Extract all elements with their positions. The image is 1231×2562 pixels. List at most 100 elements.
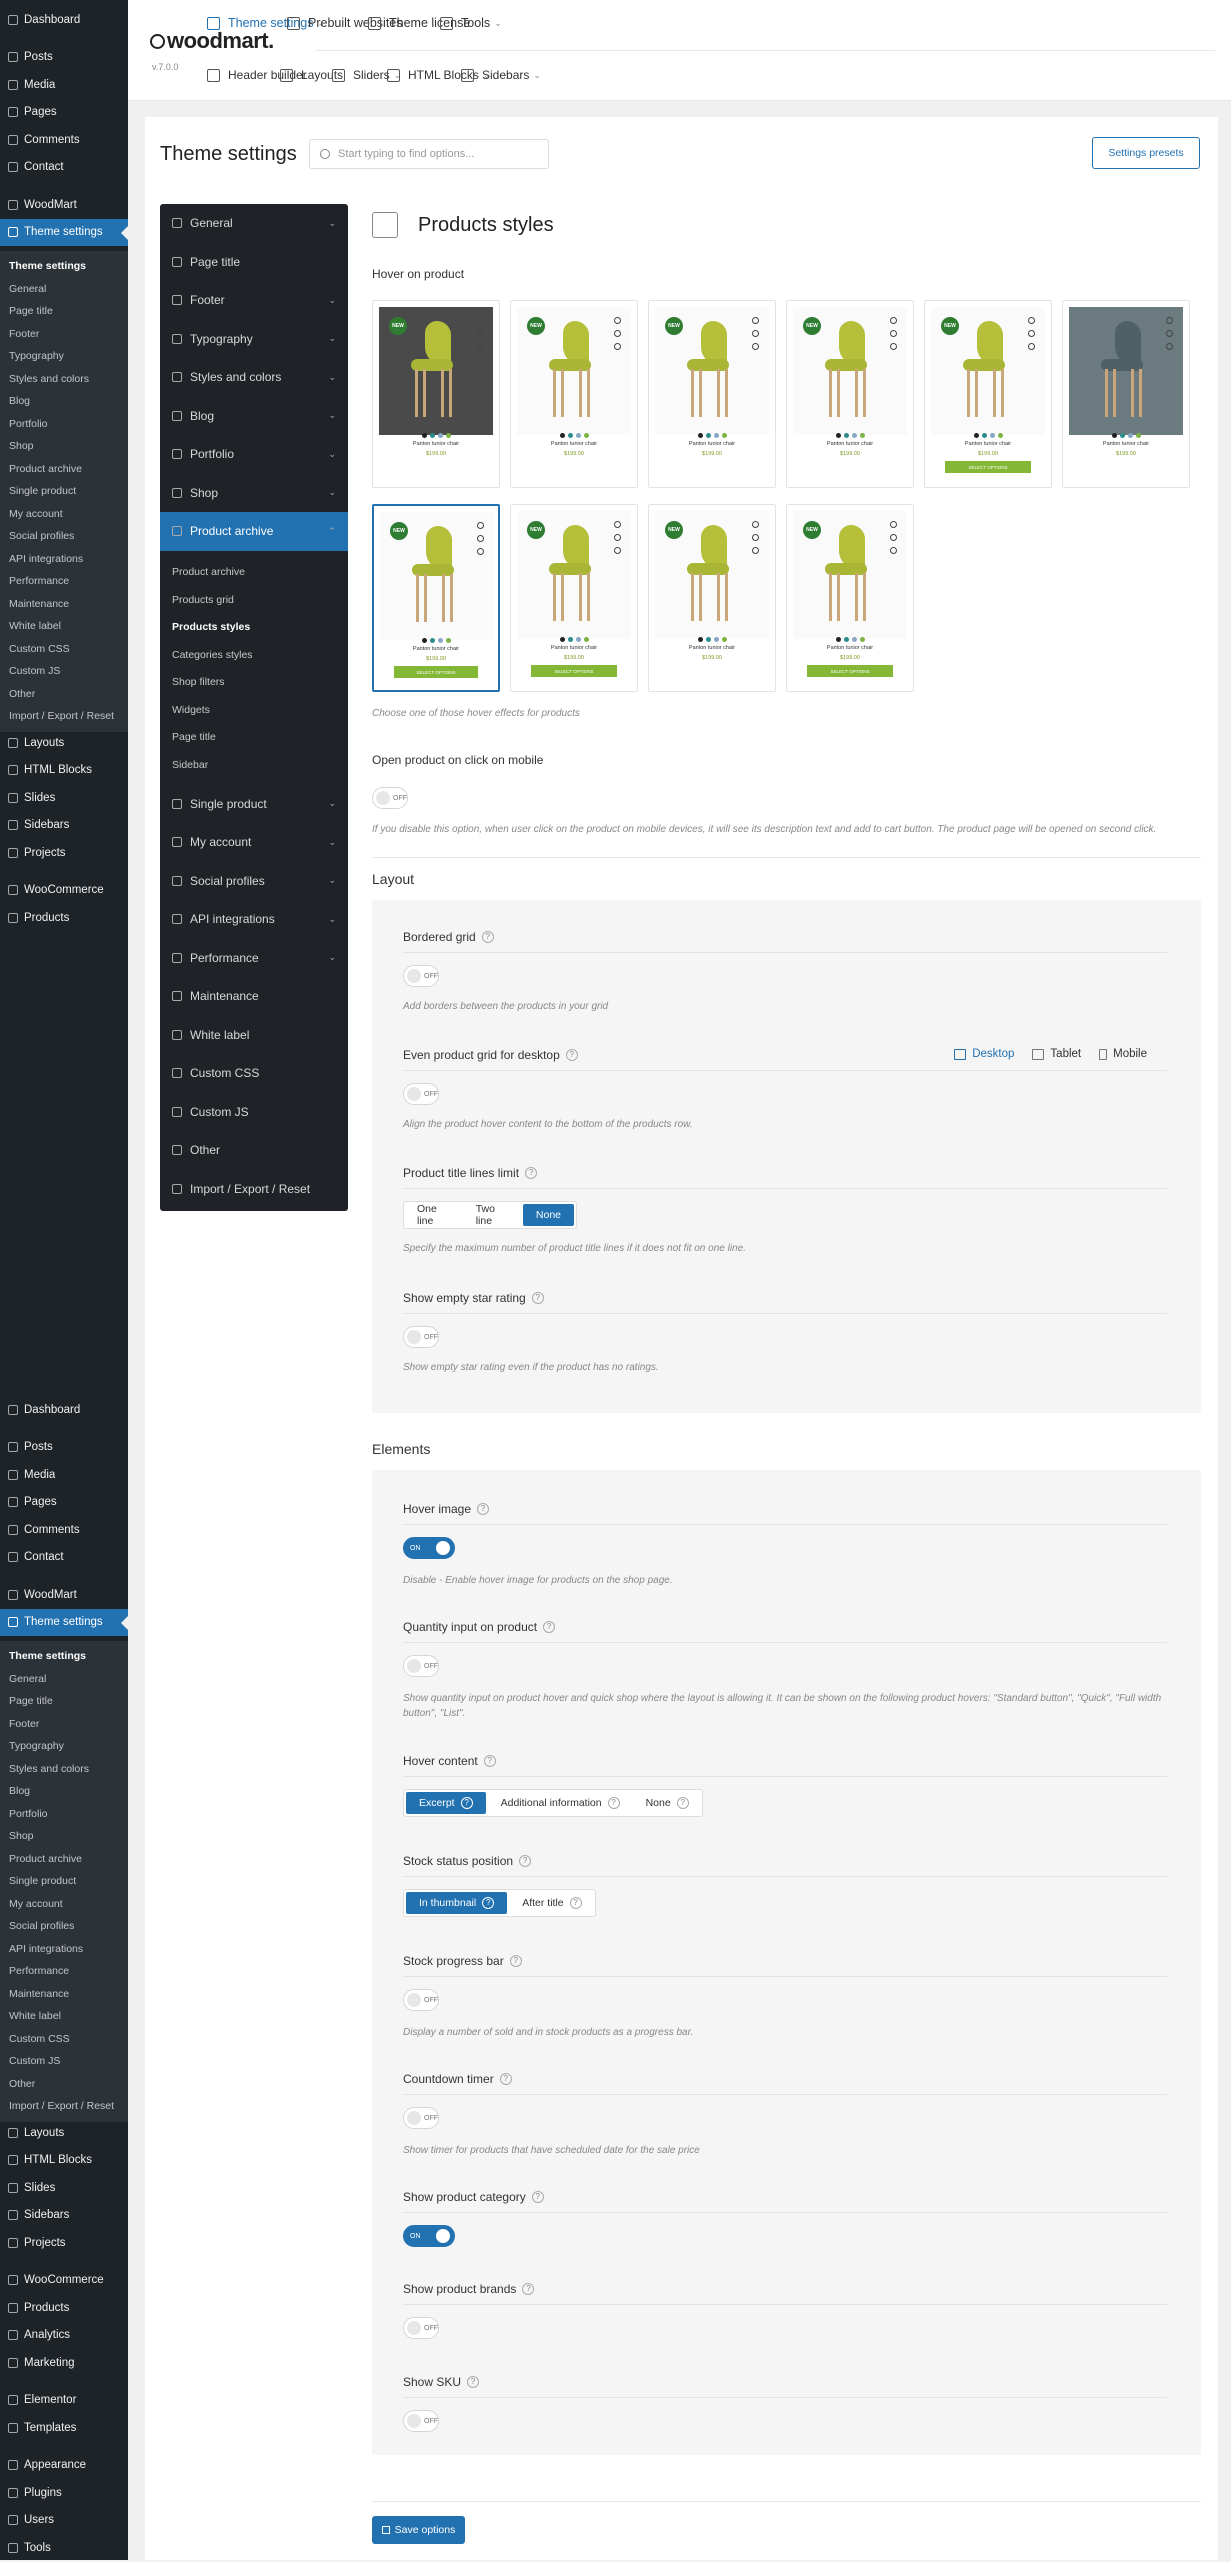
- wp-submenu-item[interactable]: Footer: [0, 323, 128, 346]
- wp-submenu-item[interactable]: White label: [0, 2005, 128, 2028]
- help-icon[interactable]: ?: [499, 2073, 512, 2085]
- wp-menu-theme-settings[interactable]: Theme settings: [0, 218, 128, 246]
- hover-effect-card[interactable]: Panton tunior chair $199.00: [1062, 300, 1190, 488]
- settings-subnav-item[interactable]: Shop filters: [160, 669, 348, 697]
- settings-nav-custom-js[interactable]: Custom JS: [160, 1093, 348, 1132]
- device-tablet[interactable]: Tablet: [1032, 1048, 1081, 1060]
- settings-nav-api-integrations[interactable]: API integrations ⌄: [160, 900, 348, 939]
- settings-nav-typography[interactable]: Typography ⌄: [160, 320, 348, 359]
- wp-submenu-item[interactable]: Performance: [0, 570, 128, 593]
- settings-nav-import-export-reset[interactable]: Import / Export / Reset: [160, 1170, 348, 1209]
- bordered-grid-toggle[interactable]: OFF: [403, 965, 439, 987]
- wp-submenu-item[interactable]: Maintenance: [0, 1983, 128, 2006]
- help-icon[interactable]: ?: [522, 2283, 535, 2295]
- settings-nav-product-archive[interactable]: Product archive ⌃: [160, 512, 348, 551]
- wp-submenu-item[interactable]: Single product: [0, 480, 128, 503]
- wp-submenu-item[interactable]: General: [0, 1668, 128, 1691]
- sku-toggle[interactable]: OFF: [403, 2410, 439, 2432]
- hover-image-toggle[interactable]: ON: [403, 1537, 455, 1559]
- wp-submenu-item[interactable]: Styles and colors: [0, 1758, 128, 1781]
- settings-nav-custom-css[interactable]: Custom CSS: [160, 1054, 348, 1093]
- wp-menu-analytics[interactable]: Analytics: [0, 2322, 128, 2350]
- wp-menu-templates[interactable]: Templates: [0, 2414, 128, 2442]
- wp-menu-comments[interactable]: Comments: [0, 126, 128, 154]
- wp-submenu-item[interactable]: Footer: [0, 1713, 128, 1736]
- wp-menu-slides[interactable]: Slides: [0, 784, 128, 812]
- search-input[interactable]: Start typing to find options...: [309, 139, 549, 169]
- hover-effect-card[interactable]: NEW Panton tunior chair $199.00 SELECT OPTI…: [372, 504, 500, 692]
- wp-submenu-item[interactable]: General: [0, 278, 128, 301]
- wp-submenu-item[interactable]: API integrations: [0, 548, 128, 571]
- brands-toggle[interactable]: OFF: [403, 2317, 439, 2339]
- wp-submenu-item[interactable]: Theme settings: [0, 1645, 128, 1668]
- wp-menu-contact[interactable]: Contact: [0, 1544, 128, 1572]
- settings-nav-page-title[interactable]: Page title: [160, 243, 348, 282]
- option-additional-information[interactable]: Additional information?: [488, 1790, 633, 1816]
- hover-effect-card[interactable]: NEW Panton tunior chair $199.00: [372, 300, 500, 488]
- wp-menu-media[interactable]: Media: [0, 71, 128, 99]
- wp-submenu-item[interactable]: Portfolio: [0, 1803, 128, 1826]
- wp-submenu-item[interactable]: Page title: [0, 300, 128, 323]
- settings-subnav-item[interactable]: Product archive: [160, 559, 348, 587]
- wp-submenu-item[interactable]: Other: [0, 683, 128, 706]
- wp-submenu-item[interactable]: Shop: [0, 435, 128, 458]
- settings-subnav-item[interactable]: Page title: [160, 724, 348, 752]
- wp-menu-pages[interactable]: Pages: [0, 1489, 128, 1517]
- wp-menu-sidebars[interactable]: Sidebars: [0, 812, 128, 840]
- settings-nav-general[interactable]: General ⌄: [160, 204, 348, 243]
- hover-effect-card[interactable]: NEW Panton tunior chair $199.00 SELECT OPTI…: [510, 504, 638, 692]
- device-desktop[interactable]: Desktop: [954, 1048, 1014, 1060]
- help-icon[interactable]: ?: [531, 1292, 544, 1304]
- wp-submenu-item[interactable]: Single product: [0, 1870, 128, 1893]
- wp-submenu-item[interactable]: Product archive: [0, 1848, 128, 1871]
- wp-menu-products[interactable]: Products: [0, 904, 128, 932]
- wp-submenu-item[interactable]: My account: [0, 1893, 128, 1916]
- wp-submenu-item[interactable]: API integrations: [0, 1938, 128, 1961]
- wp-submenu-item[interactable]: Custom JS: [0, 660, 128, 683]
- wp-submenu-item[interactable]: My account: [0, 503, 128, 526]
- wp-submenu-item[interactable]: Import / Export / Reset: [0, 705, 128, 728]
- wp-submenu-item[interactable]: Performance: [0, 1960, 128, 1983]
- help-icon[interactable]: ?: [477, 1503, 490, 1515]
- settings-nav-performance[interactable]: Performance ⌄: [160, 939, 348, 978]
- wp-submenu-item[interactable]: Typography: [0, 345, 128, 368]
- wp-menu-sidebars[interactable]: Sidebars: [0, 2202, 128, 2230]
- hover-effect-card[interactable]: NEW Panton tunior chair $199.00 SELECT OPTI…: [786, 504, 914, 692]
- settings-subnav-item[interactable]: Products grid: [160, 586, 348, 614]
- settings-nav-maintenance[interactable]: Maintenance: [160, 977, 348, 1016]
- wp-menu-pages[interactable]: Pages: [0, 99, 128, 127]
- wp-submenu-item[interactable]: Product archive: [0, 458, 128, 481]
- wp-menu-posts[interactable]: Posts: [0, 44, 128, 72]
- wp-menu-elementor[interactable]: Elementor: [0, 2387, 128, 2415]
- option-one-line[interactable]: One line: [404, 1202, 463, 1228]
- help-icon[interactable]: ?: [467, 2376, 480, 2388]
- mobile-click-toggle[interactable]: OFF: [372, 787, 408, 809]
- wp-menu-woodmart[interactable]: WoodMart: [0, 1581, 128, 1609]
- wp-menu-woocommerce[interactable]: WooCommerce: [0, 2267, 128, 2295]
- wp-menu-tools[interactable]: Tools: [0, 2534, 128, 2562]
- settings-subnav-item[interactable]: Categories styles: [160, 641, 348, 669]
- wp-menu-users[interactable]: Users: [0, 2507, 128, 2535]
- hover-effect-card[interactable]: NEW Panton tunior chair $199.00: [648, 504, 776, 692]
- wp-menu-media[interactable]: Media: [0, 1461, 128, 1489]
- settings-subnav-item[interactable]: Products styles: [160, 614, 348, 642]
- wp-submenu-item[interactable]: Custom CSS: [0, 638, 128, 661]
- option-excerpt[interactable]: Excerpt?: [406, 1792, 486, 1814]
- progress-toggle[interactable]: OFF: [403, 1989, 439, 2011]
- wp-submenu-item[interactable]: Typography: [0, 1735, 128, 1758]
- wp-submenu-item[interactable]: Theme settings: [0, 255, 128, 278]
- hover-effect-card[interactable]: NEW Panton tunior chair $199.00: [510, 300, 638, 488]
- device-mobile[interactable]: Mobile: [1099, 1048, 1147, 1060]
- even-grid-toggle[interactable]: OFF: [403, 1083, 439, 1105]
- wp-menu-woocommerce[interactable]: WooCommerce: [0, 877, 128, 905]
- wp-menu-appearance[interactable]: Appearance: [0, 2452, 128, 2480]
- wp-menu-woodmart[interactable]: WoodMart: [0, 191, 128, 219]
- help-icon[interactable]: ?: [519, 1855, 532, 1867]
- category-toggle[interactable]: ON: [403, 2225, 455, 2247]
- settings-nav-social-profiles[interactable]: Social profiles ⌄: [160, 862, 348, 901]
- hover-effect-card[interactable]: NEW Panton tunior chair $199.00: [648, 300, 776, 488]
- hover-effect-card[interactable]: NEW Panton tunior chair $199.00 SELECT OPTI…: [924, 300, 1052, 488]
- help-icon[interactable]: ?: [481, 931, 494, 943]
- wp-menu-slides[interactable]: Slides: [0, 2174, 128, 2202]
- wp-submenu-item[interactable]: Blog: [0, 1780, 128, 1803]
